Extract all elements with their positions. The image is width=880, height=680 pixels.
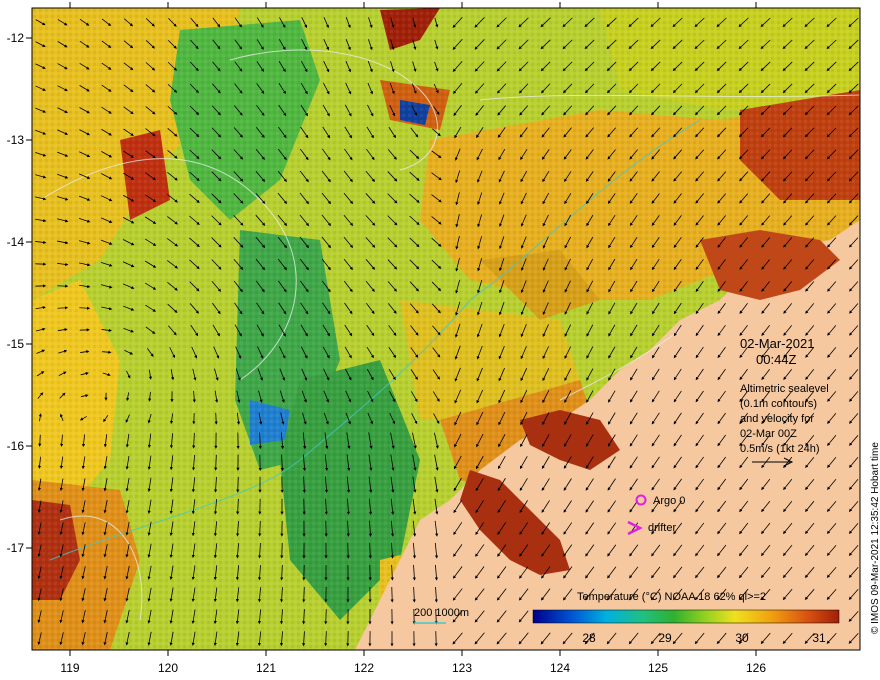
lat-tick-label: -13: [7, 133, 25, 147]
info-line-3: and velocity for: [740, 413, 814, 425]
lon-tick-label: 126: [746, 661, 766, 675]
lon-tick-label: 122: [354, 661, 374, 675]
lat-tick-label: -15: [7, 337, 25, 351]
info-line-1: Altimetric sealevel: [740, 383, 829, 395]
legend-tick-28: 28: [582, 631, 596, 645]
legend-tick-29: 29: [658, 631, 672, 645]
latitude-axis: -12 -13 -14 -15 -16 -17: [7, 31, 32, 555]
lat-tick-label: -14: [7, 235, 25, 249]
lat-tick-label: -12: [7, 31, 25, 45]
lon-tick-label: 125: [648, 661, 668, 675]
map-plot-area: [32, 8, 860, 650]
info-date: 02-Mar-2021: [740, 336, 814, 351]
depth-legend-label: 200 1000m: [414, 607, 469, 619]
lat-tick-label: -17: [7, 541, 25, 555]
argo-label: Argo 0: [653, 495, 685, 507]
info-line-2: (0.1m contours): [740, 398, 817, 410]
lon-tick-label: 124: [550, 661, 570, 675]
credit-text: © IMOS 09-Mar-2021 12:35:42 Hobart time: [870, 442, 880, 634]
info-line-5: 0.5m/s (1kt 24h): [740, 443, 819, 455]
info-line-4: 02-Mar 00Z: [740, 428, 797, 440]
legend-tick-31: 31: [812, 631, 826, 645]
info-time: 00:44Z: [756, 352, 797, 367]
lon-tick-label: 123: [452, 661, 472, 675]
lon-tick-label: 120: [158, 661, 178, 675]
legend-tick-30: 30: [735, 631, 749, 645]
drifter-label: drifter: [648, 522, 676, 534]
legend-colorbar: [532, 609, 840, 624]
lon-tick-label: 119: [60, 661, 79, 675]
lat-tick-label: -16: [7, 439, 25, 453]
sst-map: 119 120 121 122 123 124 125 126 -12 -13 -14 -15 -16…: [7, 2, 880, 675]
lon-tick-label: 121: [256, 661, 276, 675]
legend-title: Temperature (°C) NOAA 18 62% ql>=2: [577, 591, 766, 603]
